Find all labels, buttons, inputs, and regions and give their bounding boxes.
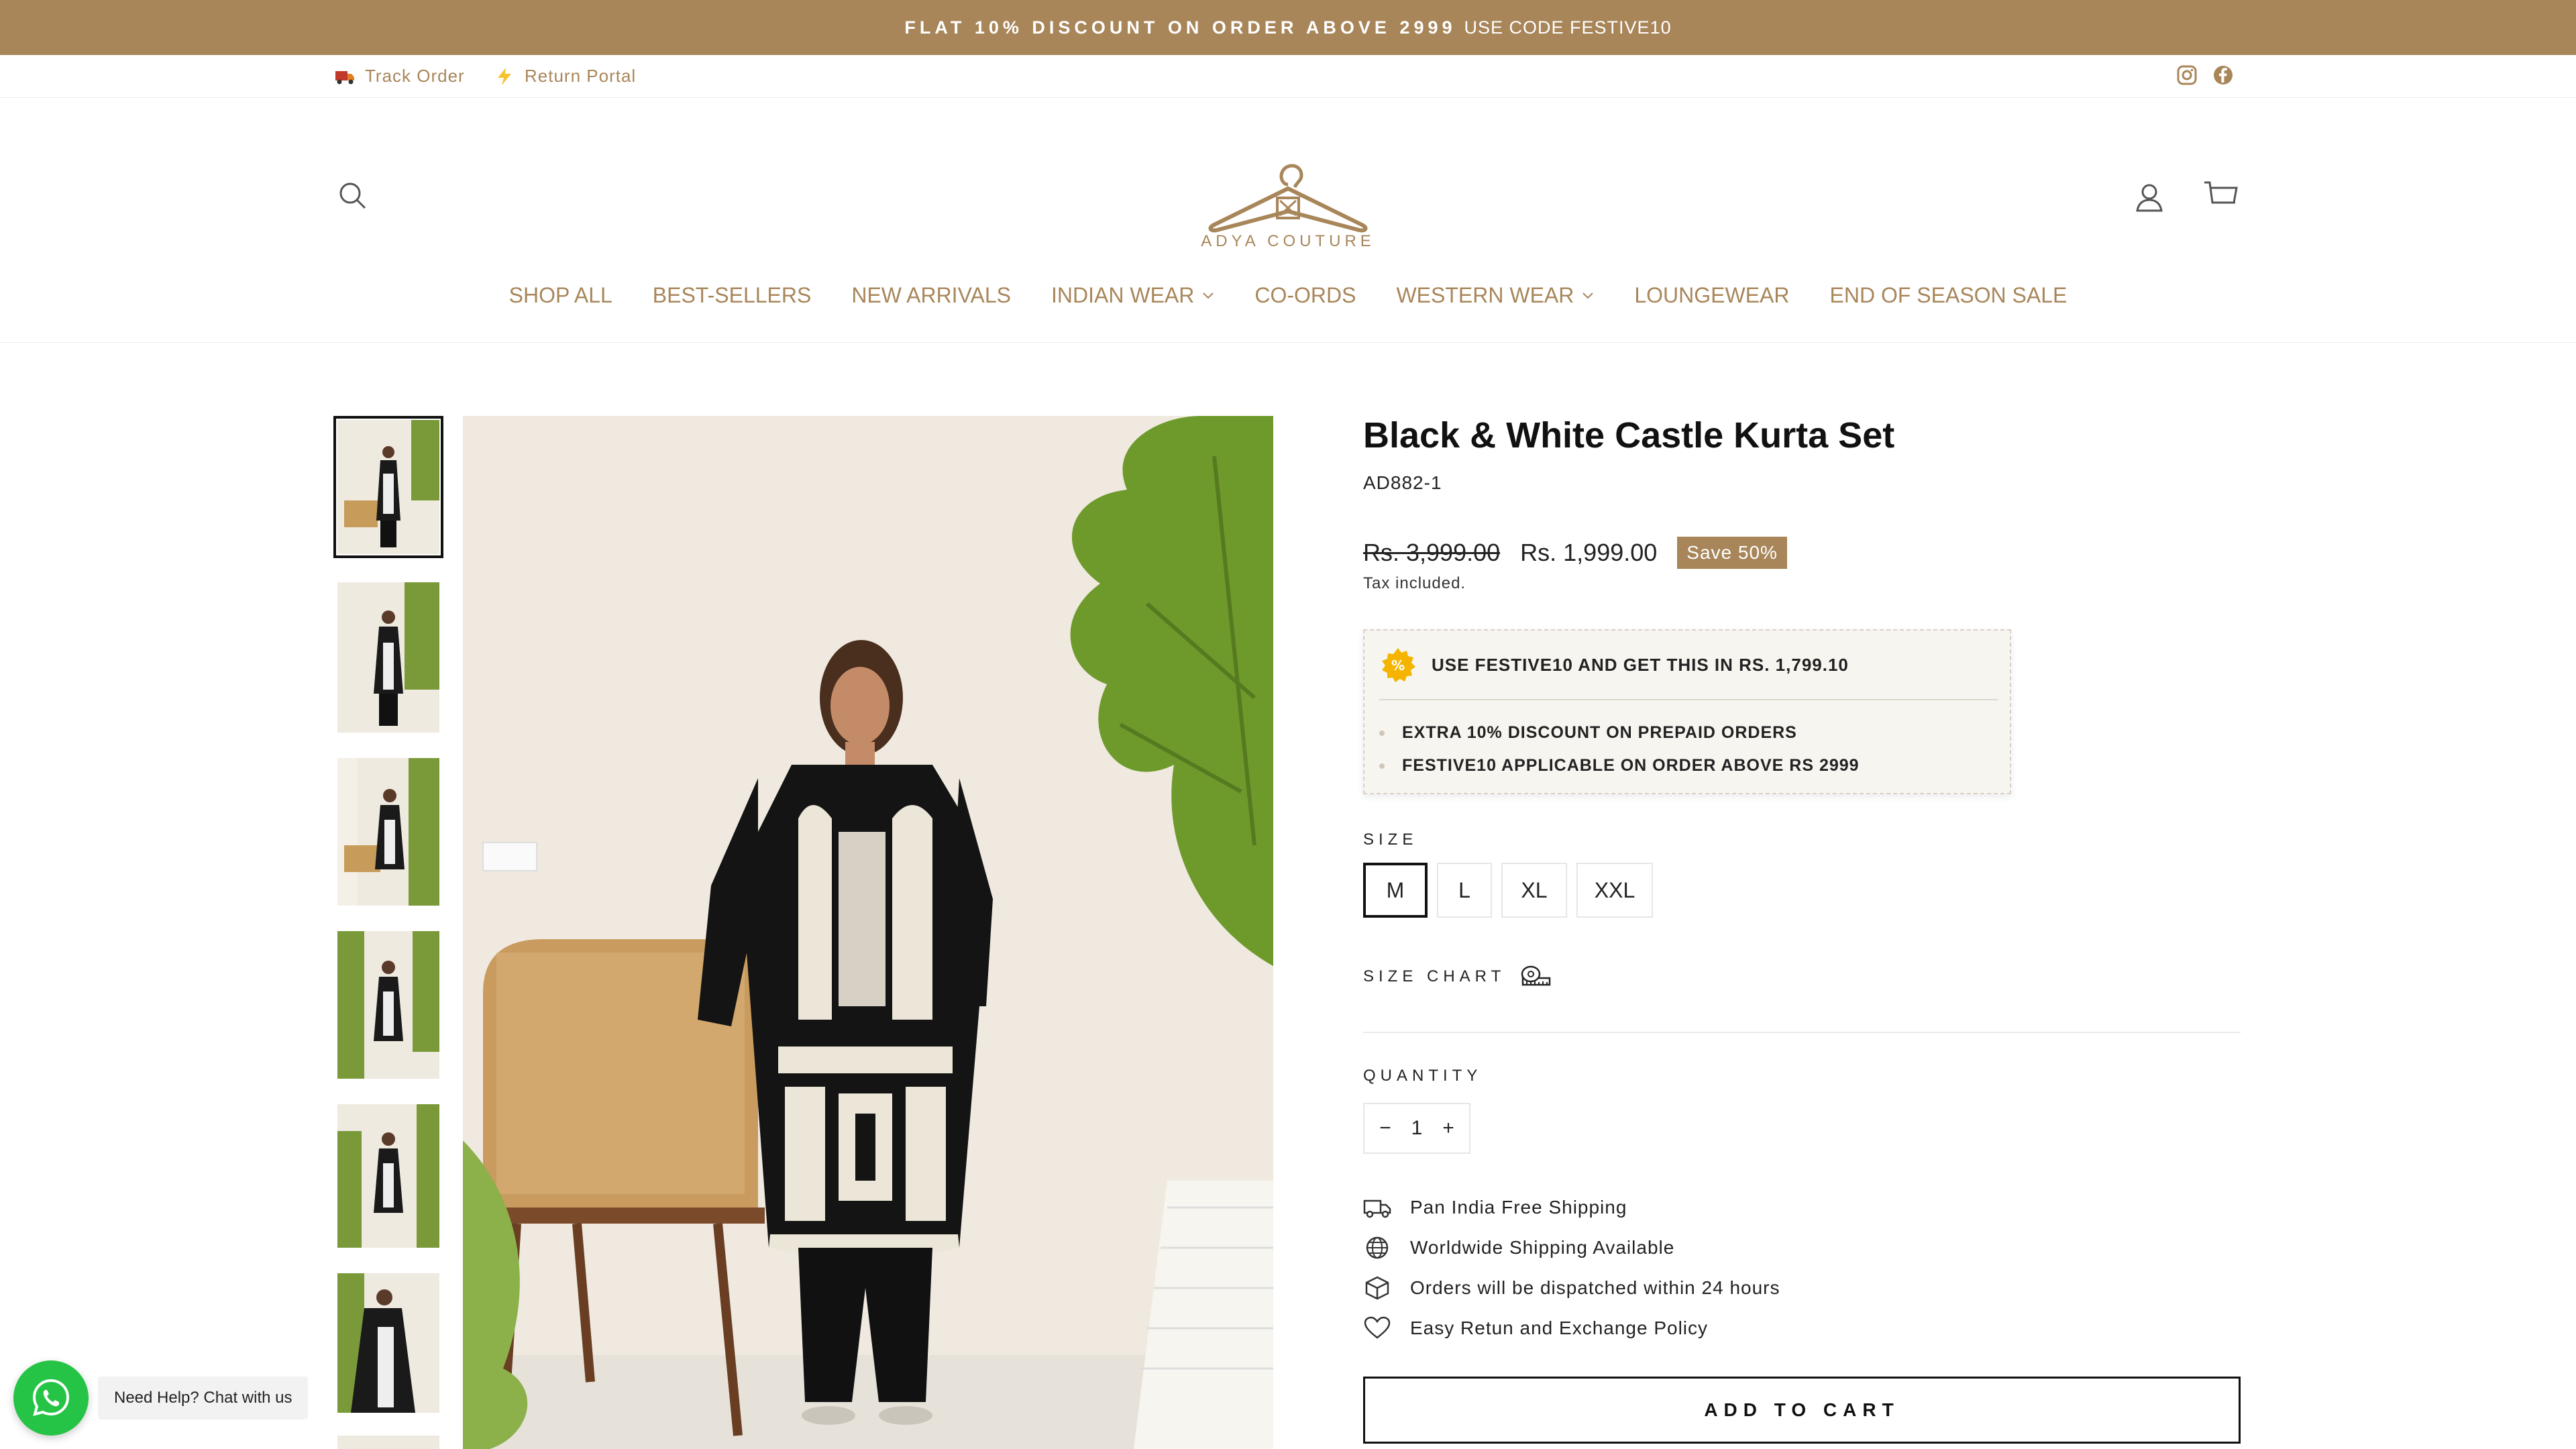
nav-item-end-of-season-sale[interactable]: END OF SEASON SALE bbox=[1830, 275, 2068, 315]
feature-text: Worldwide Shipping Available bbox=[1410, 1237, 1675, 1258]
truck-icon bbox=[1363, 1199, 1391, 1218]
price-row: Rs. 3,999.00 Rs. 1,999.00 Save 50% bbox=[1363, 537, 1787, 569]
feature-text: Easy Retun and Exchange Policy bbox=[1410, 1318, 1709, 1338]
offer-divider bbox=[1379, 699, 1998, 700]
nav-item-shop-all[interactable]: SHOP ALL bbox=[509, 275, 612, 315]
nav-label: END OF SEASON SALE bbox=[1829, 282, 2068, 307]
nav-item-western-wear[interactable]: WESTERN WEAR bbox=[1396, 275, 1594, 315]
size-chart-label: SIZE CHART bbox=[1363, 967, 1506, 985]
svg-text:%: % bbox=[1391, 657, 1405, 674]
social-links bbox=[2176, 64, 2234, 86]
track-order-link[interactable]: Track Order bbox=[334, 66, 465, 87]
logo-text: ADYA COUTURE bbox=[1201, 232, 1375, 250]
product-title: Black & White Castle Kurta Set bbox=[1363, 415, 1895, 455]
offer-box: % USE FESTIVE10 AND GET THIS IN RS. 1,79… bbox=[1363, 629, 2011, 794]
account-icon[interactable] bbox=[2133, 181, 2165, 213]
discount-badge-icon: % bbox=[1382, 648, 1415, 682]
nav-label: NEW ARRIVALS bbox=[851, 282, 1012, 307]
nav-label: INDIAN WEAR bbox=[1051, 282, 1195, 307]
nav-label: CO-ORDS bbox=[1254, 282, 1356, 307]
size-chart-link[interactable]: SIZE CHART bbox=[1363, 965, 1551, 989]
announcement-text: FLAT 10% DISCOUNT ON ORDER ABOVE 2999 bbox=[904, 17, 1456, 38]
thumbnail-3[interactable] bbox=[337, 758, 439, 906]
cart-icon[interactable] bbox=[2202, 178, 2239, 212]
sale-price: Rs. 1,999.00 bbox=[1520, 539, 1658, 566]
feature-item: Easy Retun and Exchange Policy bbox=[1363, 1308, 1780, 1348]
box-icon bbox=[1365, 1276, 1389, 1300]
truck-emoji-icon bbox=[335, 70, 354, 84]
search-icon[interactable] bbox=[337, 180, 369, 212]
save-badge: Save 50% bbox=[1677, 537, 1787, 569]
size-label: SIZE bbox=[1363, 830, 1418, 849]
bullet-dot bbox=[1379, 763, 1385, 769]
thumbnail-7[interactable] bbox=[337, 1436, 439, 1449]
thumbnail-6[interactable] bbox=[337, 1273, 439, 1413]
size-options: M L XL XXL bbox=[1363, 863, 1653, 918]
thumbnail-4[interactable] bbox=[337, 931, 439, 1079]
feature-item: Pan India Free Shipping bbox=[1363, 1187, 1780, 1228]
main-product-image[interactable] bbox=[463, 416, 1273, 1449]
nav-item-loungewear[interactable]: LOUNGEWEAR bbox=[1634, 275, 1789, 315]
feature-text: Orders will be dispatched within 24 hour… bbox=[1410, 1277, 1780, 1298]
globe-icon bbox=[1366, 1236, 1389, 1259]
quantity-label: QUANTITY bbox=[1363, 1067, 1483, 1085]
nav-label: LOUNGEWEAR bbox=[1634, 282, 1790, 307]
bullet-dot bbox=[1379, 730, 1385, 736]
section-divider bbox=[1363, 1032, 2241, 1033]
offer-headline: USE FESTIVE10 AND GET THIS IN RS. 1,799.… bbox=[1432, 655, 1849, 675]
whatsapp-button[interactable] bbox=[13, 1360, 89, 1436]
whatsapp-help-label[interactable]: Need Help? Chat with us bbox=[98, 1377, 309, 1419]
chevron-down-icon bbox=[1203, 292, 1214, 299]
nav-label: SHOP ALL bbox=[508, 282, 612, 307]
return-portal-label: Return Portal bbox=[525, 66, 637, 86]
announcement-code: USE CODE FESTIVE10 bbox=[1464, 17, 1672, 38]
add-to-cart-button[interactable]: ADD TO CART bbox=[1363, 1377, 2241, 1444]
feature-item: Worldwide Shipping Available bbox=[1363, 1228, 1780, 1268]
feature-text: Pan India Free Shipping bbox=[1410, 1197, 1627, 1218]
original-price: Rs. 3,999.00 bbox=[1363, 539, 1501, 566]
nav-item-best-sellers[interactable]: BEST-SELLERS bbox=[653, 275, 812, 315]
thumbnail-1[interactable] bbox=[333, 416, 443, 558]
offer-bullet: FESTIVE10 APPLICABLE ON ORDER ABOVE RS 2… bbox=[1379, 749, 1860, 782]
offer-bullet-text: FESTIVE10 APPLICABLE ON ORDER ABOVE RS 2… bbox=[1402, 756, 1860, 775]
heart-icon bbox=[1364, 1316, 1391, 1339]
feature-item: Orders will be dispatched within 24 hour… bbox=[1363, 1268, 1780, 1308]
product-sku: AD882-1 bbox=[1363, 472, 1442, 493]
utility-bar: Track Order Return Portal bbox=[0, 55, 2576, 98]
announcement-bar: FLAT 10% DISCOUNT ON ORDER ABOVE 2999 US… bbox=[0, 0, 2576, 55]
size-option-xxl[interactable]: XXL bbox=[1576, 863, 1653, 918]
quantity-stepper: − 1 + bbox=[1363, 1103, 1470, 1154]
tax-note: Tax included. bbox=[1363, 574, 1466, 592]
track-order-label: Track Order bbox=[365, 66, 465, 86]
lightning-icon bbox=[498, 67, 511, 85]
nav-item-indian-wear[interactable]: INDIAN WEAR bbox=[1051, 275, 1214, 315]
header-divider bbox=[0, 342, 2576, 343]
quantity-value[interactable]: 1 bbox=[1411, 1117, 1423, 1140]
facebook-icon[interactable] bbox=[2212, 64, 2234, 86]
return-portal-link[interactable]: Return Portal bbox=[494, 66, 636, 87]
nav-item-co-ords[interactable]: CO-ORDS bbox=[1254, 275, 1356, 315]
offer-bullet: EXTRA 10% DISCOUNT ON PREPAID ORDERS bbox=[1379, 716, 1860, 749]
offer-list: EXTRA 10% DISCOUNT ON PREPAID ORDERS FES… bbox=[1379, 716, 1860, 782]
chevron-down-icon bbox=[1582, 292, 1594, 299]
size-option-m[interactable]: M bbox=[1363, 863, 1428, 918]
nav-label: WESTERN WEAR bbox=[1396, 282, 1574, 307]
size-option-xl[interactable]: XL bbox=[1501, 863, 1567, 918]
measuring-tape-icon bbox=[1521, 965, 1551, 986]
main-nav: SHOP ALL BEST-SELLERS NEW ARRIVALS INDIA… bbox=[0, 275, 2576, 315]
size-option-l[interactable]: L bbox=[1437, 863, 1492, 918]
nav-item-new-arrivals[interactable]: NEW ARRIVALS bbox=[851, 275, 1011, 315]
nav-label: BEST-SELLERS bbox=[652, 282, 812, 307]
instagram-icon[interactable] bbox=[2176, 64, 2198, 86]
whatsapp-icon bbox=[32, 1379, 70, 1416]
thumbnail-5[interactable] bbox=[337, 1104, 439, 1248]
feature-list: Pan India Free Shipping Worldwide Shippi… bbox=[1363, 1187, 1780, 1348]
quantity-decrement-button[interactable]: − bbox=[1375, 1117, 1395, 1140]
thumbnail-2[interactable] bbox=[337, 582, 439, 733]
quantity-increment-button[interactable]: + bbox=[1438, 1117, 1458, 1140]
offer-bullet-text: EXTRA 10% DISCOUNT ON PREPAID ORDERS bbox=[1402, 723, 1797, 742]
